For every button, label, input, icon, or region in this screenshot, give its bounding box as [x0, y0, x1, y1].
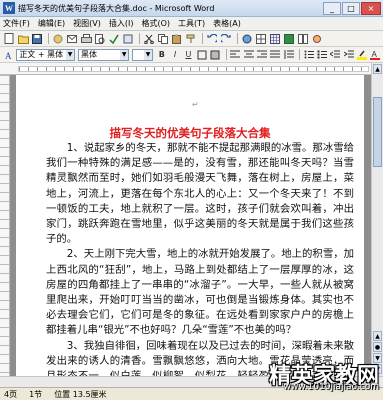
insert-table-icon[interactable] [269, 33, 281, 45]
menu-format[interactable]: 格式(O) [141, 18, 170, 29]
align-center-icon[interactable] [243, 49, 254, 61]
document-body[interactable]: 1、说起家乡的冬天，那就不能不提起那满眼的冰雪。那冰雪给我们一种特殊的满足感——… [46, 141, 354, 376]
site-watermark: 精英家教网 www.1010jiajiao.com [251, 358, 379, 396]
document-page[interactable]: ↵ 描写冬天的优美句子段落大合集 1、说起家乡的冬天，那就不能不提起那满眼的冰雪… [16, 75, 364, 376]
font-select[interactable]: 黑体 ▼ [78, 48, 130, 61]
char-border-icon[interactable] [196, 49, 207, 61]
decrease-indent-icon[interactable] [330, 49, 341, 61]
chevron-down-icon: ▼ [144, 49, 153, 60]
window-title: 描写冬天的优美句子段落大合集.doc - Microsoft Word [18, 3, 215, 13]
toolbar-separator [237, 33, 238, 44]
font-size-select[interactable]: ▼ [132, 48, 154, 61]
highlight-icon[interactable] [356, 49, 368, 61]
redo-icon[interactable] [220, 33, 232, 45]
save-icon[interactable] [31, 33, 43, 45]
chevron-down-icon: ▼ [120, 49, 129, 60]
spelling-icon[interactable] [108, 33, 120, 45]
close-button[interactable]: × [361, 2, 381, 15]
align-right-icon[interactable] [256, 49, 267, 61]
previous-page-icon[interactable]: ▲ [373, 331, 382, 341]
select-browse-object-icon[interactable]: ● [373, 342, 382, 352]
minimize-button[interactable]: _ [323, 2, 341, 15]
print-icon[interactable] [80, 33, 92, 45]
ruler-track [18, 66, 369, 72]
drawing-icon[interactable] [311, 33, 323, 45]
research-icon[interactable] [122, 33, 134, 45]
permission-icon[interactable] [52, 33, 64, 45]
char-shading-icon[interactable] [209, 49, 220, 61]
underline-icon[interactable]: U [183, 49, 194, 61]
tables-borders-icon[interactable] [255, 33, 267, 45]
watermark-url-text: www.1010jiajiao.com [283, 382, 379, 392]
maximize-button[interactable]: □ [342, 2, 360, 15]
formatting-toolbar: A 正文 + 黑体 ▼ 黑体 ▼ ▼ B I U A [0, 47, 383, 63]
status-section: 1节 [29, 389, 43, 399]
toolbar-separator [139, 33, 140, 44]
paragraph-1: 1、说起家乡的冬天，那就不能不提起那满眼的冰雪。那冰雪给我们一种特殊的满足感——… [46, 142, 354, 246]
chevron-down-icon: ▼ [66, 49, 74, 60]
paragraph-mark-icon: ↵ [192, 100, 199, 109]
status-position: 位置 13.5厘米 [54, 389, 107, 399]
cut-icon[interactable] [143, 33, 155, 45]
scroll-up-icon[interactable]: ▲ [373, 64, 382, 74]
scroll-thumb[interactable] [373, 97, 382, 167]
document-workspace: ↵ 描写冬天的优美句子段落大合集 1、说起家乡的冬天，那就不能不提起那满眼的冰雪… [10, 75, 371, 376]
new-document-icon[interactable] [3, 33, 15, 45]
align-left-icon[interactable] [230, 49, 241, 61]
font-color-icon[interactable]: A [370, 49, 381, 61]
justify-icon[interactable] [270, 49, 281, 61]
bold-icon[interactable]: B [156, 49, 167, 61]
menu-tools[interactable]: 工具(T) [178, 18, 205, 29]
style-select[interactable]: 正文 + 黑体 ▼ [16, 48, 75, 61]
style-select-value: 正文 + 黑体 [19, 50, 64, 59]
menu-edit[interactable]: 编辑(E) [38, 18, 65, 29]
menu-file[interactable]: 文件(F) [3, 18, 30, 29]
open-folder-icon[interactable] [17, 33, 29, 45]
email-icon[interactable] [66, 33, 78, 45]
svg-text:A: A [5, 51, 12, 60]
italic-icon[interactable]: I [169, 49, 180, 61]
toolbar-separator [225, 49, 227, 60]
vertical-scrollbar[interactable]: ▲ ▲ ● ▼ ▼ [371, 63, 383, 376]
print-preview-icon[interactable] [94, 33, 106, 45]
document-title: 描写冬天的优美句子段落大合集 [109, 126, 271, 140]
styles-pane-icon[interactable]: A [3, 49, 14, 61]
menu-bar: 文件(F) 编辑(E) 视图(V) 插入(I) 格式(O) 工具(T) 表格(A… [0, 17, 383, 31]
svg-text:A: A [372, 50, 378, 59]
menu-insert[interactable]: 插入(I) [109, 18, 134, 29]
format-painter-icon[interactable] [185, 33, 197, 45]
toolbar-separator [299, 49, 301, 60]
toolbar-separator [202, 33, 203, 44]
increase-indent-icon[interactable] [343, 49, 354, 61]
font-select-value: 黑体 [81, 50, 97, 59]
vertical-ruler[interactable] [0, 75, 10, 376]
paste-icon[interactable] [171, 33, 183, 45]
menu-view[interactable]: 视图(V) [73, 18, 101, 29]
bullets-icon[interactable] [316, 49, 328, 61]
copy-icon[interactable] [157, 33, 169, 45]
horizontal-ruler[interactable] [0, 63, 383, 75]
menu-table[interactable]: 表格(A) [213, 18, 241, 29]
columns-icon[interactable] [297, 33, 309, 45]
hyperlink-icon[interactable] [241, 33, 253, 45]
paragraph-2: 2、天上刚下完大雪，地上的冰就开始发展了。地上的积雪，加上西北风的“狂刮”，地上… [46, 248, 354, 337]
numbering-icon[interactable] [303, 49, 314, 61]
standard-toolbar [0, 31, 383, 47]
toolbar-separator [48, 33, 49, 44]
word-app-icon[interactable]: W [3, 2, 15, 14]
undo-icon[interactable] [206, 33, 218, 45]
insert-excel-icon[interactable] [283, 33, 295, 45]
title-bar: W 描写冬天的优美句子段落大合集.doc - Microsoft Word _ … [0, 0, 383, 17]
status-page: 4页 [4, 389, 18, 399]
line-spacing-icon[interactable] [283, 49, 294, 61]
